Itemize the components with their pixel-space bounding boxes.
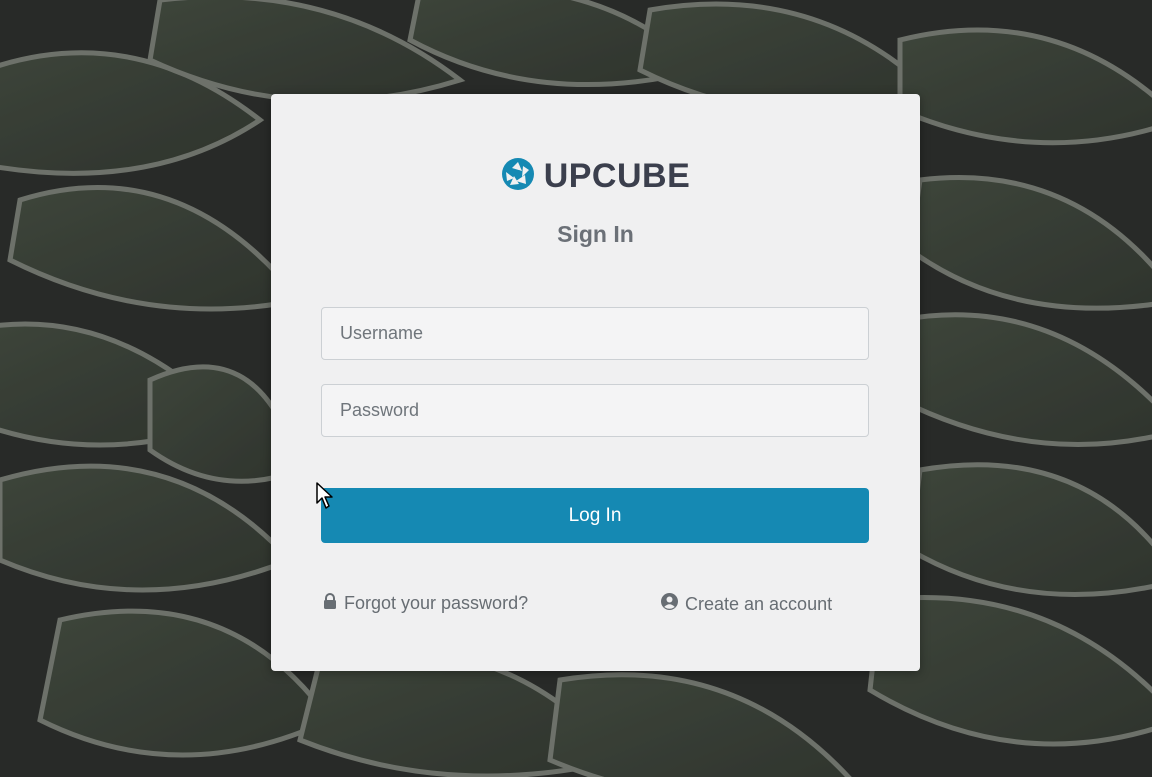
brand-name: UPCUBE bbox=[543, 156, 691, 195]
lock-icon bbox=[323, 593, 337, 614]
create-account-label: Create an account bbox=[685, 593, 833, 614]
login-button[interactable]: Log In bbox=[321, 488, 869, 543]
forgot-password-label: Forgot your password? bbox=[344, 593, 529, 613]
password-input[interactable] bbox=[321, 384, 869, 437]
brand-header: UPCUBE bbox=[271, 156, 920, 196]
forgot-password-link[interactable]: Forgot your password? bbox=[323, 593, 528, 614]
user-circle-icon bbox=[661, 593, 678, 615]
page-title: Sign In bbox=[557, 221, 634, 247]
username-input[interactable] bbox=[321, 307, 869, 360]
mouse-cursor-icon bbox=[316, 482, 336, 515]
create-account-link[interactable]: Create an account bbox=[661, 593, 832, 615]
login-card: UPCUBE Sign In Log In Forgot your passwo… bbox=[271, 94, 920, 671]
aperture-icon bbox=[501, 157, 535, 196]
